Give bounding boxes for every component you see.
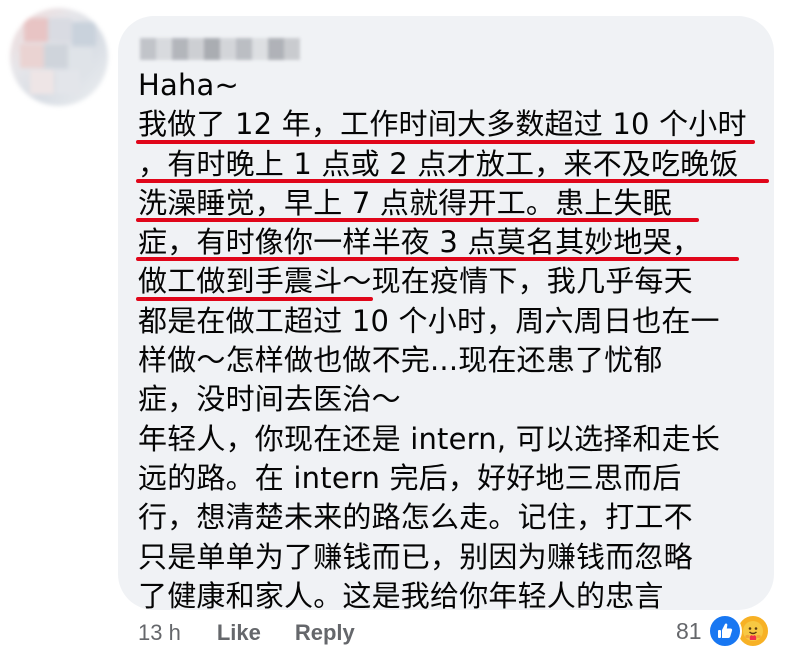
comment-line: 年轻人，你现在还是 intern, 可以选择和走长: [138, 421, 721, 456]
reactions-summary[interactable]: 81: [676, 614, 770, 648]
comment-line: 只是单单为了赚钱而已，别因为赚钱而忽略: [138, 539, 693, 574]
reaction-count: 81: [676, 617, 702, 644]
thumbs-up-icon: [707, 614, 742, 648]
comment-line: 症，没时间去医治～: [138, 382, 401, 417]
comment-line-underlined: 洗澡睡觉，早上 7 点就得开工。患上失眠: [136, 184, 763, 223]
comment-line: 远的路。在 intern 完后，好好地三思而后: [138, 460, 682, 495]
comment-bubble: Haha~ 我做了 12 年，工作时间大多数超过 10 个小时 ，有时晚上 1 …: [118, 16, 774, 613]
comment-screenshot: Haha~ 我做了 12 年，工作时间大多数超过 10 个小时 ，有时晚上 1 …: [0, 0, 800, 659]
comment-actions: 13 h Like Reply: [138, 620, 389, 646]
comment-text: Haha~ 我做了 12 年，工作时间大多数超过 10 个小时 ，有时晚上 1 …: [136, 66, 769, 616]
reply-button[interactable]: Reply: [295, 620, 355, 646]
timestamp-link[interactable]: 13 h: [138, 620, 181, 646]
redacted-commenter-name[interactable]: [140, 38, 300, 60]
avatar[interactable]: [10, 8, 108, 106]
like-button[interactable]: Like: [217, 620, 261, 646]
comment-line: 样做～怎样做也做不完...现在还患了忧郁: [138, 343, 663, 378]
comment-line-underlined: 做工做到手震斗～现在疫情下，我几乎每天: [136, 262, 763, 302]
comment-line-underlined: 我做了 12 年，工作时间大多数超过 10 个小时: [136, 105, 763, 144]
comment-line: Haha~: [138, 68, 240, 102]
comment-line-underlined: 症，有时像你一样半夜 3 点莫名其妙地哭，: [136, 223, 763, 262]
comment-line: 了健康和家人。这是我给你年轻人的忠言: [138, 578, 664, 613]
comment-line: 都是在做工超过 10 个小时，周六周日也在一: [138, 303, 720, 338]
comment-line-underlined: ，有时晚上 1 点或 2 点才放工，来不及吃晚饭: [136, 145, 769, 184]
comment-line: 行，想清楚未来的路怎么走。记住，打工不: [138, 500, 693, 535]
